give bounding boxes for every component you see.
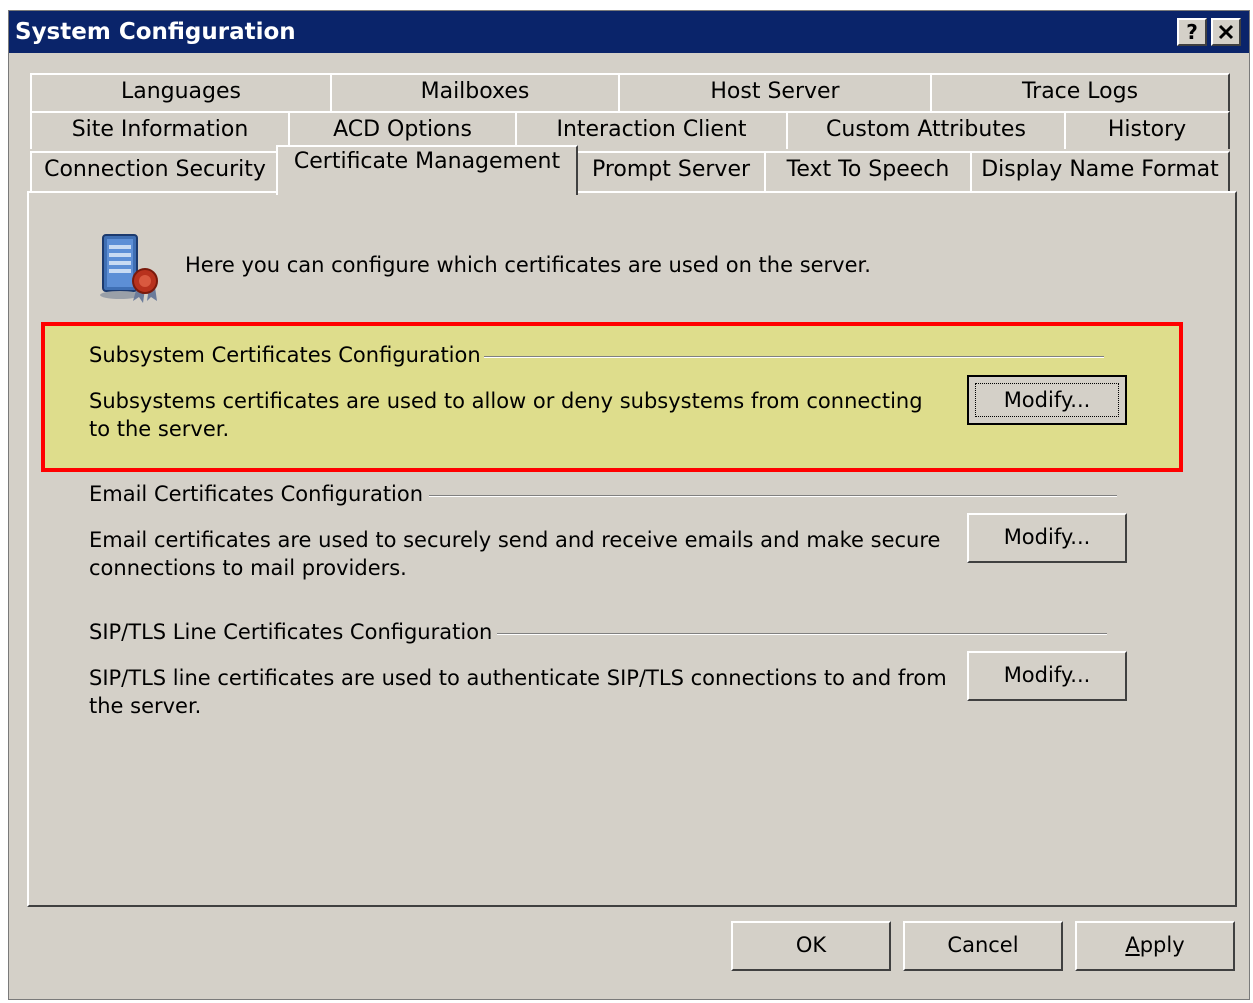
close-icon (1218, 24, 1234, 40)
close-button[interactable] (1211, 18, 1241, 46)
cancel-button[interactable]: Cancel (903, 921, 1063, 971)
email-modify-button[interactable]: Modify... (967, 513, 1127, 563)
certificate-management-panel: Here you can configure which certificate… (27, 191, 1237, 907)
help-button[interactable]: ? (1177, 18, 1207, 46)
title-bar: System Configuration ? (9, 11, 1249, 53)
email-description: Email certificates are used to securely … (89, 528, 941, 580)
group-divider (484, 356, 1104, 358)
tab-mailboxes[interactable]: Mailboxes (330, 73, 620, 111)
tab-prompt-server[interactable]: Prompt Server (576, 151, 766, 191)
tab-interaction-client[interactable]: Interaction Client (515, 111, 788, 149)
sip-tls-group-title: SIP/TLS Line Certificates Configuration (89, 620, 493, 644)
tab-custom-attributes[interactable]: Custom Attributes (786, 111, 1066, 149)
sip-tls-description: SIP/TLS line certificates are used to au… (89, 666, 947, 718)
sip-tls-modify-button[interactable]: Modify... (967, 651, 1127, 701)
apply-button[interactable]: Apply (1075, 921, 1235, 971)
tab-languages[interactable]: Languages (30, 73, 332, 111)
tab-certificate-management[interactable]: Certificate Management (276, 145, 578, 195)
subsystem-description: Subsystems certificates are used to allo… (89, 389, 923, 441)
ok-button[interactable]: OK (731, 921, 891, 971)
subsystem-modify-button[interactable]: Modify... (967, 375, 1127, 425)
tab-trace-logs[interactable]: Trace Logs (930, 73, 1230, 111)
subsystem-group-title: Subsystem Certificates Configuration (89, 343, 481, 367)
apply-label: Apply (1125, 933, 1185, 957)
tab-text-to-speech[interactable]: Text To Speech (764, 151, 972, 191)
email-group-title: Email Certificates Configuration (89, 482, 424, 506)
tab-history[interactable]: History (1064, 111, 1230, 149)
group-divider (429, 495, 1117, 497)
subsystem-modify-label: Modify... (975, 383, 1119, 417)
group-divider (497, 633, 1107, 635)
window-title: System Configuration (15, 19, 296, 45)
tab-acd-options[interactable]: ACD Options (288, 111, 517, 149)
tab-display-name-format[interactable]: Display Name Format (970, 151, 1230, 191)
tab-connection-security[interactable]: Connection Security (30, 151, 280, 191)
tab-site-information[interactable]: Site Information (30, 111, 290, 149)
tab-host-server[interactable]: Host Server (618, 73, 932, 111)
server-certificate-icon (100, 234, 158, 303)
system-configuration-dialog: System Configuration ? Languages Mailbox… (8, 10, 1250, 1000)
intro-text: Here you can configure which certificate… (185, 253, 871, 277)
